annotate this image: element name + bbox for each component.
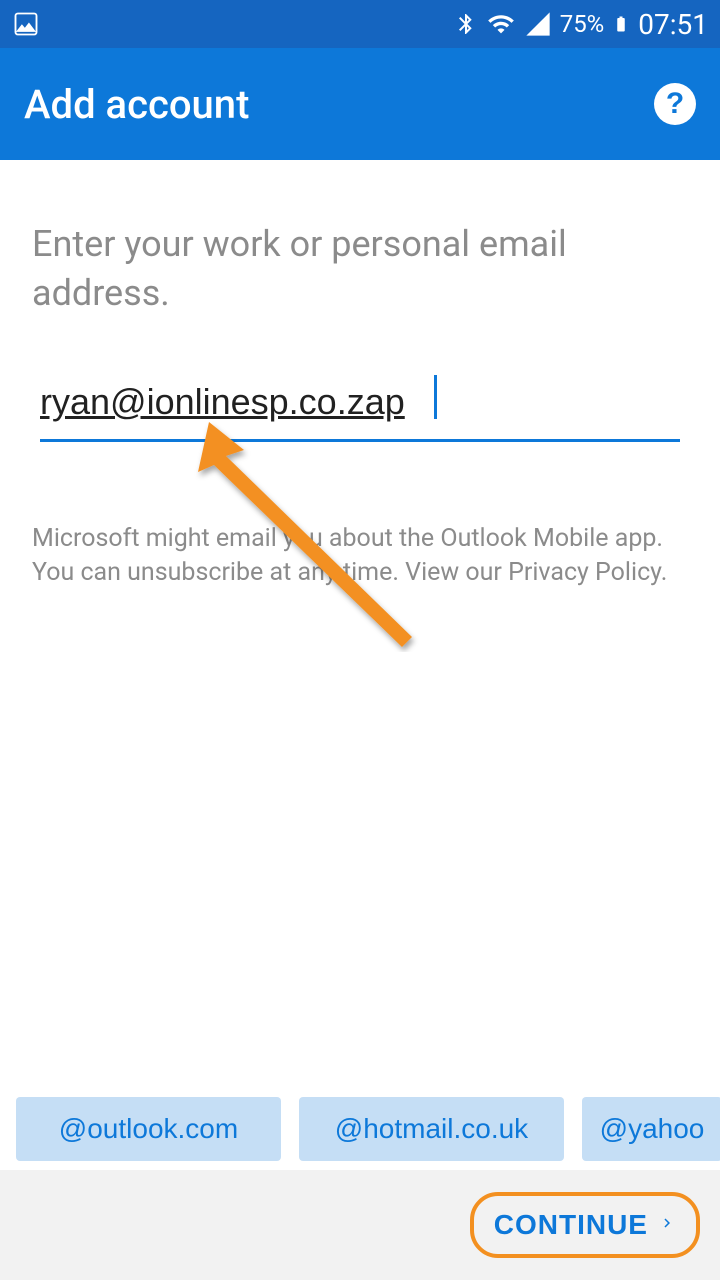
status-right-icons: 75% 07:51 (454, 8, 708, 41)
battery-icon (612, 10, 630, 38)
status-bar: 75% 07:51 (0, 0, 720, 48)
help-button[interactable]: ? (654, 83, 696, 125)
bottom-bar: CONTINUE (0, 1170, 720, 1280)
status-time: 07:51 (638, 8, 708, 41)
suggestion-yahoo[interactable]: @yahoo (582, 1097, 720, 1161)
continue-label: CONTINUE (494, 1209, 648, 1241)
signal-icon (524, 10, 552, 38)
bluetooth-icon (454, 10, 478, 38)
continue-button[interactable]: CONTINUE (470, 1192, 700, 1258)
text-cursor (434, 375, 437, 419)
page-title: Add account (24, 81, 249, 128)
help-icon: ? (666, 87, 684, 121)
app-bar: Add account ? (0, 48, 720, 160)
suggestion-outlook[interactable]: @outlook.com (16, 1097, 281, 1161)
email-input-wrapper (32, 373, 688, 442)
content-area: Enter your work or personal email addres… (0, 160, 720, 590)
privacy-notice: Microsoft might email you about the Outl… (32, 522, 688, 590)
wifi-icon (486, 10, 516, 38)
status-left-icons (12, 10, 40, 38)
suggestion-hotmail[interactable]: @hotmail.co.uk (299, 1097, 564, 1161)
battery-percent: 75% (560, 10, 605, 38)
instruction-text: Enter your work or personal email addres… (32, 220, 688, 317)
chevron-right-icon (658, 1208, 676, 1242)
domain-suggestions: @outlook.com @hotmail.co.uk @yahoo (0, 1088, 720, 1170)
picture-icon (12, 10, 40, 38)
email-field[interactable] (40, 373, 680, 442)
